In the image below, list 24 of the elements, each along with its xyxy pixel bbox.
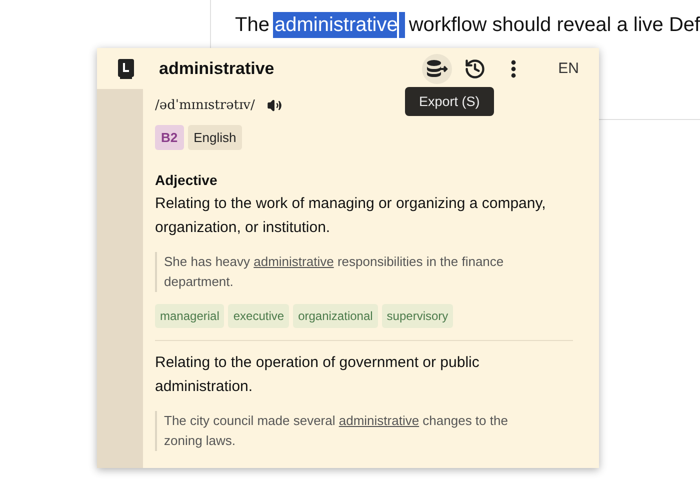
example-sentence: She has heavy administrative responsibilities in the finance department. [155,252,543,292]
synonym-tag[interactable]: managerial [155,304,224,328]
definition: Relating to the operation of government or public administration. [155,353,480,397]
selected-word: administrative [273,12,405,38]
language-button[interactable]: EN [552,60,585,77]
synonym-tag[interactable]: executive [228,304,290,328]
tooltip: Export (S) [405,87,494,116]
definition: Relating to the work of managing or organizing a company, organization, or institution. [155,194,547,238]
pronunciation: /ədˈmɪnɪstrətɪv/ [155,98,255,112]
synonym-tag[interactable]: organizational [293,304,378,328]
level-badge: B2 [155,125,184,150]
headword: administrative [159,58,276,78]
more-icon [510,60,516,78]
document-text: workflow should reveal a live Def [408,14,700,36]
speaker-icon[interactable] [266,98,282,112]
database-export-icon [426,58,448,78]
language-badge: English [188,125,242,150]
history-icon [464,58,486,80]
part-of-speech: Adjective [155,172,218,188]
export-button[interactable] [422,54,452,84]
synonym-tag[interactable]: supervisory [382,304,454,328]
book-icon [117,58,135,80]
example-sentence: The city council made several administrative changes to the zoning laws. [155,411,543,451]
document-text: The [235,14,270,36]
